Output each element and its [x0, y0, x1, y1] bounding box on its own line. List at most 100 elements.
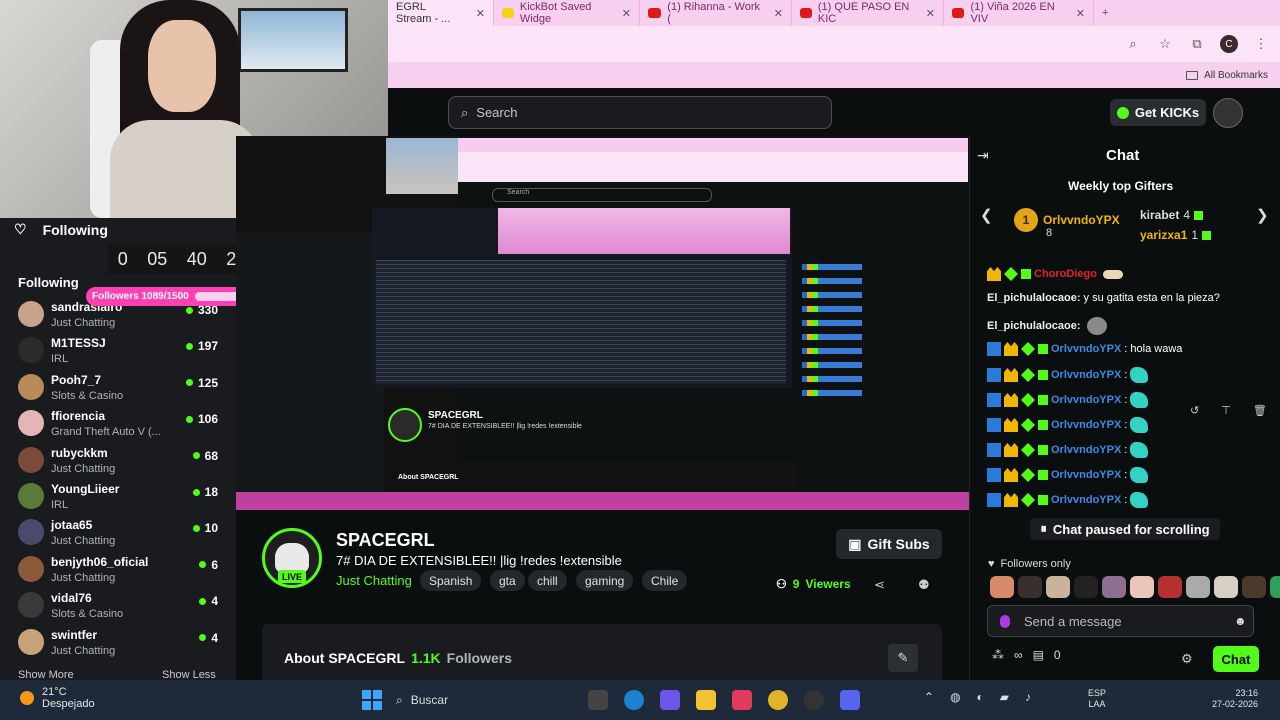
gifter[interactable]: kirabet 4: [1140, 208, 1204, 222]
emote[interactable]: [1242, 576, 1266, 598]
delete-icon[interactable]: 🗑: [1253, 404, 1267, 417]
emote[interactable]: [990, 576, 1014, 598]
new-tab-button[interactable]: +: [1094, 0, 1116, 26]
emote[interactable]: [1214, 576, 1238, 598]
weather-widget[interactable]: 21°C Despejado: [20, 686, 95, 710]
emote[interactable]: [1018, 576, 1042, 598]
sidebar-channel[interactable]: M1TESSJ IRL 197: [18, 334, 224, 370]
chat-username[interactable]: OrlvvndoYPX: [1051, 343, 1121, 355]
gift-icon[interactable]: ▤: [1033, 648, 1044, 662]
user-avatar[interactable]: [1213, 98, 1243, 128]
chat-username[interactable]: El_pichulalocaoe:: [987, 320, 1081, 332]
chat-message[interactable]: OrlvvndoYPX:: [987, 492, 1149, 508]
gifter[interactable]: yarizxa1 1: [1140, 228, 1212, 242]
chat-message[interactable]: OrlvvndoYPX:: [987, 392, 1149, 408]
tag-chile[interactable]: Chile: [642, 570, 688, 591]
discord-tray-icon[interactable]: ◐: [977, 690, 984, 704]
chat-username[interactable]: OrlvvndoYPX: [1051, 494, 1121, 506]
sidebar-channel[interactable]: swintfer Just Chatting 4: [18, 626, 224, 662]
top-gifter[interactable]: 1 OrlvvndoYPX: [1014, 208, 1120, 232]
emote[interactable]: [1046, 576, 1070, 598]
chat-message[interactable]: OrlvvndoYPX:: [987, 467, 1149, 483]
chat-username[interactable]: El_pichulalocaoe:: [987, 292, 1081, 304]
gear-icon[interactable]: ⚙: [1181, 651, 1193, 667]
chat-username[interactable]: OrlvvndoYPX: [1051, 444, 1121, 456]
taskbar-clock[interactable]: 23:16 27-02-2026: [1212, 688, 1258, 710]
chat-message[interactable]: El_pichulalocaoe:: [987, 317, 1107, 335]
app-tray-icon[interactable]: ◍: [950, 690, 960, 704]
edit-button[interactable]: ✎: [888, 644, 918, 672]
sidebar-channel[interactable]: jotaa65 Just Chatting 10: [18, 516, 224, 552]
profile-avatar[interactable]: C: [1220, 35, 1238, 53]
browser-tab[interactable]: (1) QUE PASO EN KIC ✕: [792, 0, 944, 26]
chat-message[interactable]: OrlvvndoYPX:: [987, 367, 1149, 383]
sidebar-channel[interactable]: benjyth06_oficial Just Chatting 6: [18, 553, 224, 589]
close-icon[interactable]: ✕: [1076, 7, 1085, 20]
chat-message[interactable]: OrlvvndoYPX:: [987, 442, 1149, 458]
search-input[interactable]: ⌕ Search: [448, 96, 832, 129]
close-icon[interactable]: ✕: [926, 7, 935, 20]
pin-icon[interactable]: ⊤: [1221, 404, 1231, 417]
share-icon[interactable]: ⋖: [874, 577, 885, 593]
sidebar-channel[interactable]: YoungLiieer IRL 18: [18, 480, 224, 516]
emote[interactable]: [1270, 576, 1280, 598]
tag-chill[interactable]: chill: [528, 570, 567, 591]
sidebar-channel[interactable]: ffiorencia Grand Theft Auto V (... 106: [18, 407, 224, 443]
discord-icon[interactable]: [840, 690, 860, 710]
chat-message[interactable]: El_pichulalocaoe: y su gatita esta en la …: [987, 292, 1220, 304]
edge-icon[interactable]: [624, 690, 644, 710]
browser-tab[interactable]: EGRL Stream - ... ✕: [388, 0, 494, 26]
language-indicator[interactable]: ESP LAA: [1088, 688, 1106, 710]
nvidia-icon[interactable]: ▰: [1000, 690, 1009, 704]
sidebar-channel[interactable]: rubyckkm Just Chatting 68: [18, 444, 224, 480]
infinity-icon[interactable]: ∞: [1014, 648, 1023, 662]
all-bookmarks[interactable]: All Bookmarks: [1204, 70, 1268, 81]
reply-icon[interactable]: ↺: [1190, 404, 1199, 417]
collapse-chat-icon[interactable]: ⇥: [977, 147, 989, 164]
tag-spanish[interactable]: Spanish: [420, 570, 482, 591]
emote[interactable]: [1074, 576, 1098, 598]
sidebar-channel[interactable]: vidal76 Slots & Casino 4: [18, 589, 224, 625]
emote[interactable]: [1102, 576, 1126, 598]
chat-send-button[interactable]: Chat: [1213, 646, 1259, 672]
browser-tab[interactable]: (1) Viña 2026 EN VIV ✕: [944, 0, 1094, 26]
browser-tab[interactable]: (1) Rihanna - Work (✕: [640, 0, 792, 26]
chevron-up-icon[interactable]: ⌃: [924, 690, 934, 704]
emote[interactable]: [1158, 576, 1182, 598]
tag-gaming[interactable]: gaming: [576, 570, 634, 591]
sidebar-channel[interactable]: Pooh7_7 Slots & Casino 125: [18, 371, 224, 407]
chevron-left-icon[interactable]: ❮: [980, 206, 993, 224]
category-link[interactable]: Just Chatting: [336, 573, 412, 588]
chat-username[interactable]: ChoroDiego: [1034, 268, 1097, 280]
emote[interactable]: [1130, 576, 1154, 598]
taskbar-search[interactable]: ⌕ Buscar: [396, 688, 576, 712]
extensions-icon[interactable]: ⧉: [1188, 35, 1206, 53]
windows-start-icon[interactable]: [362, 690, 382, 710]
chat-message[interactable]: OrlvvndoYPX: hola wawa: [987, 342, 1182, 356]
copilot-icon[interactable]: [660, 690, 680, 710]
chat-username[interactable]: OrlvvndoYPX: [1051, 469, 1121, 481]
points-icon[interactable]: ⁂: [992, 648, 1004, 662]
explorer-icon[interactable]: [696, 690, 716, 710]
tag-gta[interactable]: gta: [490, 570, 525, 591]
chat-username[interactable]: OrlvvndoYPX: [1051, 419, 1121, 431]
get-kicks-button[interactable]: Get KICKs: [1110, 99, 1206, 126]
close-icon[interactable]: ✕: [774, 7, 783, 20]
following-header[interactable]: ♡ Following: [14, 221, 108, 238]
browser-tab[interactable]: KickBot Saved Widge ✕: [494, 0, 640, 26]
chrome-icon[interactable]: [768, 690, 788, 710]
chevron-right-icon[interactable]: ❯: [1256, 206, 1269, 224]
gift-subs-button[interactable]: ▣ Gift Subs: [836, 529, 942, 559]
user-add-icon[interactable]: ⚉: [918, 577, 930, 593]
channel-name[interactable]: SPACEGRL: [336, 530, 435, 551]
mic-icon[interactable]: ♪: [1025, 690, 1031, 704]
chat-username[interactable]: OrlvvndoYPX: [1051, 369, 1121, 381]
emoji-icon[interactable]: ☻: [1234, 614, 1247, 628]
zoom-icon[interactable]: ⌕: [1124, 35, 1142, 53]
chat-username[interactable]: OrlvvndoYPX: [1051, 394, 1121, 406]
chat-paused-banner[interactable]: ⏸ Chat paused for scrolling: [1030, 518, 1220, 540]
chat-message-input[interactable]: Send a message: [987, 605, 1254, 637]
star-icon[interactable]: ☆: [1156, 35, 1174, 53]
chat-message[interactable]: ChoroDiego: [987, 267, 1123, 281]
emote[interactable]: [1186, 576, 1210, 598]
